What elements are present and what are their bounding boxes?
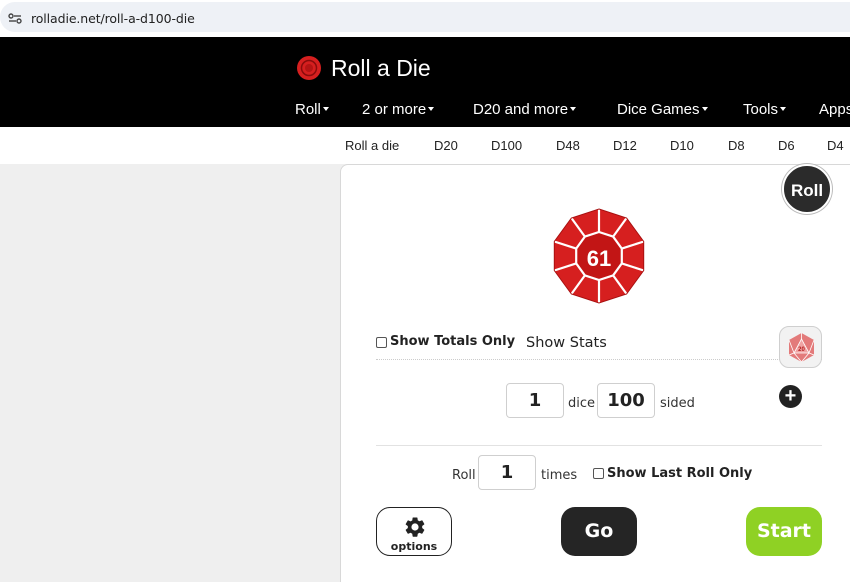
subnav-d4[interactable]: D4 <box>827 138 844 153</box>
nav-tools[interactable]: Tools <box>743 101 787 118</box>
subnav-d48[interactable]: D48 <box>556 138 580 153</box>
nav-apps[interactable]: Apps <box>819 101 850 118</box>
options-button[interactable]: options <box>376 507 452 556</box>
nav-roll[interactable]: Roll <box>295 101 329 118</box>
d20-select-button[interactable]: 20 <box>779 326 822 368</box>
sided-label: sided <box>660 396 695 411</box>
nav-dice-games[interactable]: Dice Games <box>617 101 708 118</box>
subnav-d10[interactable]: D10 <box>670 138 694 153</box>
url-text[interactable]: rolladie.net/roll-a-d100-die <box>31 11 195 26</box>
show-last-roll-label[interactable]: Show Last Roll Only <box>607 466 752 481</box>
options-label: options <box>390 540 438 553</box>
caret-down-icon <box>428 107 435 112</box>
d20-icon: 20 <box>788 333 815 363</box>
red-die-logo-icon[interactable] <box>296 55 322 81</box>
divider <box>376 445 822 446</box>
nav-apps-label: Apps <box>819 101 850 118</box>
show-stats-link[interactable]: Show Stats <box>526 335 607 351</box>
nav-roll-label: Roll <box>295 101 321 118</box>
nav-dice-games-label: Dice Games <box>617 101 700 118</box>
nav-d20-label: D20 and more <box>473 101 569 118</box>
roll-button[interactable]: Roll <box>782 164 832 214</box>
go-button[interactable]: Go <box>561 507 637 556</box>
d20-icon-label: 20 <box>798 347 805 353</box>
browser-address-bar: rolladie.net/roll-a-d100-die <box>0 0 850 37</box>
nav-tools-label: Tools <box>743 101 779 118</box>
caret-down-icon <box>322 107 329 112</box>
show-last-roll-checkbox[interactable] <box>593 468 604 479</box>
gear-icon <box>405 517 425 537</box>
subnav-d100[interactable]: D100 <box>491 138 522 153</box>
subnav-roll-a-die[interactable]: Roll a die <box>345 138 399 153</box>
show-totals-label[interactable]: Show Totals Only <box>390 334 515 349</box>
caret-down-icon <box>780 107 787 112</box>
tune-icon[interactable] <box>8 13 22 24</box>
site-header: Roll a Die Roll 2 or more D20 and more D… <box>0 37 850 127</box>
die-result: 61 <box>586 246 612 271</box>
site-title[interactable]: Roll a Die <box>331 55 431 82</box>
times-label: times <box>541 468 578 483</box>
plus-circle-icon[interactable]: + <box>779 385 802 408</box>
subnav-d8[interactable]: D8 <box>728 138 745 153</box>
subnav-d6[interactable]: D6 <box>778 138 795 153</box>
subnav-d12[interactable]: D12 <box>613 138 637 153</box>
caret-down-icon <box>570 107 577 112</box>
nav-d20-and-more[interactable]: D20 and more <box>473 101 577 118</box>
show-totals-checkbox[interactable] <box>376 337 387 348</box>
sides-input[interactable]: 100 <box>597 383 655 418</box>
url-field[interactable]: rolladie.net/roll-a-d100-die <box>0 2 850 32</box>
nav-2-or-more[interactable]: 2 or more <box>362 101 435 118</box>
nav-2-or-more-label: 2 or more <box>362 101 427 118</box>
subnav-d20[interactable]: D20 <box>434 138 458 153</box>
sub-nav: Roll a die D20 D100 D48 D12 D10 D8 D6 D4 <box>0 127 850 164</box>
start-button[interactable]: Start <box>746 507 822 556</box>
dice-count-input[interactable]: 1 <box>506 383 564 418</box>
roll-label: Roll <box>452 468 476 483</box>
caret-down-icon <box>701 107 708 112</box>
roll-times-input[interactable]: 1 <box>478 455 536 490</box>
dice-label: dice <box>568 396 596 411</box>
